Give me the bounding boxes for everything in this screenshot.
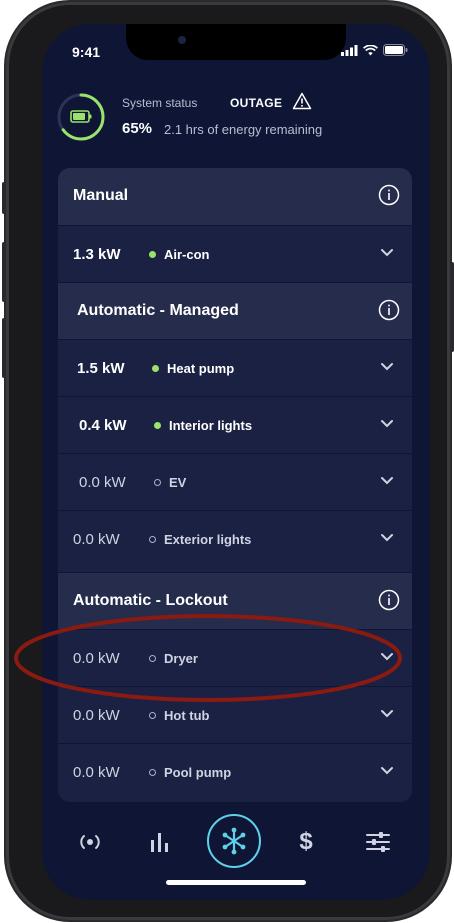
section-automatic-lockout: Automatic - Lockout [58,572,412,629]
nav-settings-tab[interactable] [356,820,400,864]
volume-up-button [2,242,6,302]
load-row-pool-pump[interactable]: 0.0 kW Pool pump [58,743,412,800]
chevron-down-icon[interactable] [380,362,394,371]
load-row-heat-pump[interactable]: 1.5 kW Heat pump [58,339,412,396]
load-kw: 0.0 kW [73,707,120,724]
load-device: Air-con [164,247,210,262]
chevron-down-icon[interactable] [380,248,394,257]
section-automatic-managed: Automatic - Managed [58,282,412,339]
load-inactive-dot [149,712,156,719]
load-kw: 1.5 kW [77,360,125,377]
home-indicator [166,880,306,885]
section-title: Automatic - Managed [77,302,239,319]
load-inactive-dot [149,769,156,776]
chevron-down-icon[interactable] [380,533,394,542]
wifi-icon [363,44,378,55]
load-row-interior-lights[interactable]: 0.4 kW Interior lights [58,396,412,453]
signal-icon [341,44,358,56]
chevron-down-icon[interactable] [380,476,394,485]
section-title: Automatic - Lockout [73,592,228,609]
load-kw: 0.4 kW [79,417,127,434]
load-row-hot-tub[interactable]: 0.0 kW Hot tub [58,686,412,743]
info-icon[interactable] [378,589,400,611]
app-screen: 9:41 System status OUTAGE 65% 2.1 hrs of… [42,24,430,900]
battery-status-icon [383,44,408,56]
section-title: Manual [73,187,129,204]
dollar-icon: $ [299,828,313,855]
volume-down-button [2,318,6,378]
load-device: Dryer [164,651,198,666]
load-device: Heat pump [167,361,235,376]
nav-home-tab[interactable] [207,814,261,868]
load-device: Interior lights [169,418,253,433]
system-status-label: System status [122,96,198,110]
snowflake-hub-icon [222,827,246,855]
chevron-down-icon[interactable] [380,652,394,661]
chevron-down-icon[interactable] [380,766,394,775]
broadcast-icon [80,835,100,849]
bar-chart-icon [151,833,168,852]
load-device: Pool pump [164,765,232,780]
chevron-down-icon[interactable] [380,419,394,428]
load-row-ev[interactable]: 0.0 kW EV [58,453,412,510]
outage-status: OUTAGE [230,96,283,110]
nav-live-tab[interactable] [68,820,112,864]
system-status: System status OUTAGE 65% 2.1 hrs of ener… [56,90,416,150]
load-row-dryer[interactable]: 0.0 kW Dryer [58,629,412,686]
load-kw: 0.0 kW [73,531,120,548]
warning-icon[interactable] [292,92,312,110]
info-icon[interactable] [378,299,400,321]
load-device: Hot tub [164,708,210,723]
load-device: Exterior lights [164,532,252,547]
battery-level-ring [57,93,105,141]
battery-percent: 65% [122,120,153,137]
nav-cost-tab[interactable]: $ [284,820,328,864]
clock: 9:41 [72,44,101,60]
load-inactive-dot [149,536,156,543]
section-manual: Manual [58,168,412,225]
load-inactive-dot [154,479,161,486]
silent-switch [2,182,6,214]
load-active-dot [152,365,159,372]
sliders-icon [366,832,390,852]
load-inactive-dot [149,655,156,662]
load-kw: 0.0 kW [73,764,120,781]
load-kw: 1.3 kW [73,246,121,263]
phone-frame: 9:41 System status OUTAGE 65% 2.1 hrs of… [2,2,454,920]
load-active-dot [154,422,161,429]
power-button [450,262,454,352]
status-bar: 9:41 [42,24,430,68]
info-icon[interactable] [378,184,400,206]
chevron-down-icon[interactable] [380,709,394,718]
load-row-air-con[interactable]: 1.3 kW Air-con [58,225,412,282]
load-kw: 0.0 kW [79,474,126,491]
loads-panel: Manual 1.3 kW Air-con Automatic - Manage… [58,168,412,802]
energy-remaining: 2.1 hrs of energy remaining [164,122,323,137]
load-kw: 0.0 kW [73,650,120,667]
load-row-exterior-lights[interactable]: 0.0 kW Exterior lights [58,510,412,567]
nav-stats-tab[interactable] [138,820,182,864]
status-icons [341,44,408,56]
load-active-dot [149,251,156,258]
load-device: EV [169,475,187,490]
bottom-nav: $ [42,810,430,870]
